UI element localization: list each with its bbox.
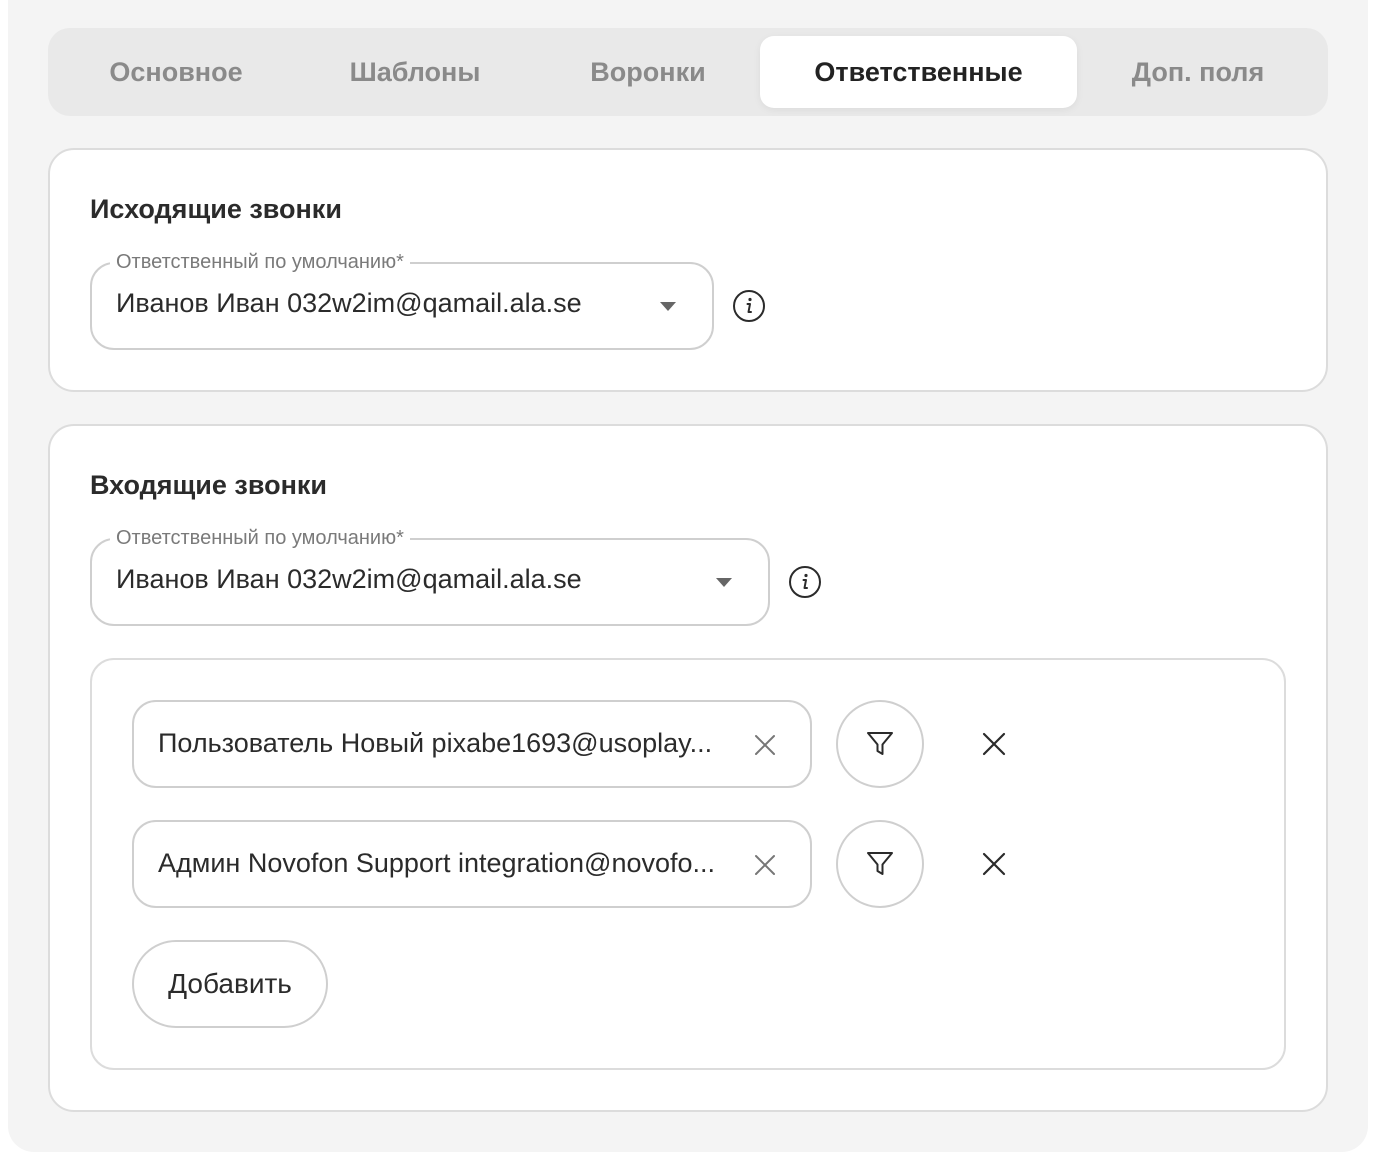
clear-icon[interactable] [752, 732, 778, 758]
outgoing-calls-title: Исходящие звонки [90, 194, 342, 224]
settings-panel: Основное Шаблоны Воронки Ответственные Д… [8, 0, 1368, 1152]
outgoing-calls-card: Исходящие звонки Ответственный по умолча… [48, 148, 1328, 392]
clear-icon[interactable] [752, 852, 778, 878]
tab-main[interactable]: Основное [88, 36, 264, 108]
add-rule-button[interactable]: Добавить [132, 940, 328, 1028]
rule-user-value: Админ Novofon Support integration@novofo… [158, 848, 716, 878]
remove-rule-icon[interactable] [980, 730, 1008, 758]
filter-icon [867, 732, 893, 755]
info-icon[interactable] [732, 289, 766, 323]
remove-rule-icon[interactable] [980, 850, 1008, 878]
filter-icon [867, 852, 893, 875]
rule-user-select[interactable]: Пользователь Новый pixabe1693@usoplay... [132, 700, 812, 788]
chevron-down-icon [716, 578, 732, 587]
incoming-default-responsible-select[interactable]: Ответственный по умолчанию* Иванов Иван … [90, 525, 770, 626]
info-icon[interactable] [788, 565, 822, 599]
rule-user-select[interactable]: Админ Novofon Support integration@novofo… [132, 820, 812, 908]
field-label: Ответственный по умолчанию* [110, 249, 410, 275]
tab-templates[interactable]: Шаблоны [330, 36, 500, 108]
outgoing-default-responsible-select[interactable]: Ответственный по умолчанию* Иванов Иван … [90, 249, 714, 350]
rule-user-value: Пользователь Новый pixabe1693@usoplay... [158, 728, 713, 758]
field-value: Иванов Иван 032w2im@qamail.ala.se [116, 564, 582, 594]
tab-extra-fields[interactable]: Доп. поля [1118, 36, 1278, 108]
incoming-calls-card: Входящие звонки Ответственный по умолчан… [48, 424, 1328, 1112]
tab-funnels[interactable]: Воронки [568, 36, 728, 108]
field-value: Иванов Иван 032w2im@qamail.ala.se [116, 288, 582, 318]
chevron-down-icon [660, 302, 676, 311]
field-label: Ответственный по умолчанию* [110, 525, 410, 551]
tab-responsible[interactable]: Ответственные [760, 36, 1077, 108]
incoming-calls-title: Входящие звонки [90, 470, 327, 500]
responsible-rules-box: Пользователь Новый pixabe1693@usoplay...… [90, 658, 1286, 1070]
tab-bar: Основное Шаблоны Воронки Ответственные Д… [48, 28, 1328, 116]
filter-button[interactable] [836, 820, 924, 908]
filter-button[interactable] [836, 700, 924, 788]
